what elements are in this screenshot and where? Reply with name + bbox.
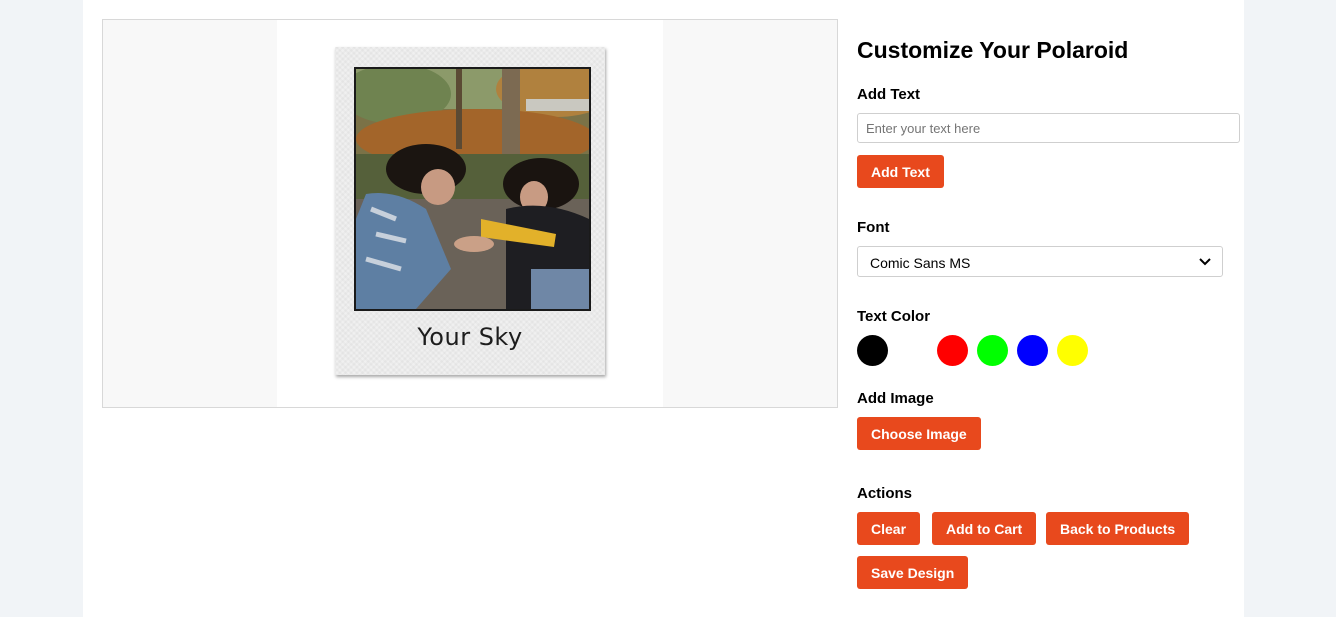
panel-title: Customize Your Polaroid <box>857 37 1129 63</box>
swatch-red[interactable] <box>937 335 968 366</box>
add-text-button[interactable]: Add Text <box>857 155 944 188</box>
polaroid-frame[interactable]: Your Sky <box>335 47 605 375</box>
save-design-button[interactable]: Save Design <box>857 556 969 589</box>
text-input[interactable] <box>857 113 1240 143</box>
swatch-black[interactable] <box>857 335 888 366</box>
swatch-green[interactable] <box>977 335 1008 366</box>
add-image-label: Add Image <box>857 390 934 407</box>
main-card: Your Sky Customize Your Polaroid Add Tex… <box>83 0 1244 617</box>
polaroid-photo[interactable] <box>354 67 591 311</box>
polaroid-caption-text[interactable]: Your Sky <box>335 323 605 351</box>
clear-button[interactable]: Clear <box>857 512 921 545</box>
design-canvas[interactable]: Your Sky <box>102 19 838 408</box>
font-select[interactable]: Comic Sans MS <box>857 246 1223 277</box>
canvas-stage: Your Sky <box>277 20 663 407</box>
swatch-yellow[interactable] <box>1057 335 1088 366</box>
chevron-down-icon <box>1199 258 1211 266</box>
photo-illustration <box>356 69 589 309</box>
add-to-cart-button[interactable]: Add to Cart <box>932 512 1037 545</box>
add-text-label: Add Text <box>857 86 921 103</box>
text-color-label: Text Color <box>857 308 931 325</box>
choose-image-button[interactable]: Choose Image <box>857 417 981 450</box>
swatch-white[interactable] <box>897 335 928 366</box>
actions-label: Actions <box>857 485 913 502</box>
back-to-products-button[interactable]: Back to Products <box>1046 512 1190 545</box>
swatch-blue[interactable] <box>1017 335 1048 366</box>
font-select-value: Comic Sans MS <box>870 255 971 271</box>
font-label: Font <box>857 219 890 236</box>
